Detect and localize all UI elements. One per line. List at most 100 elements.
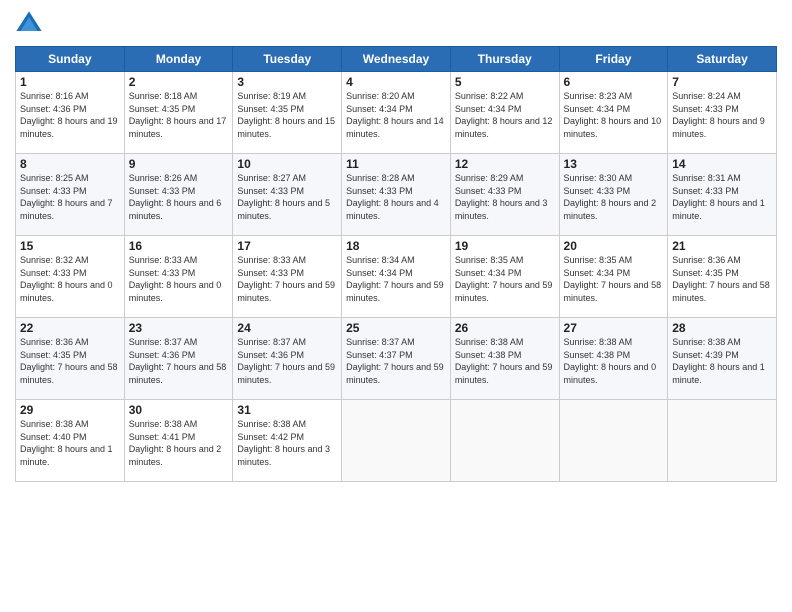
sunrise-value: 8:36 AM <box>56 337 89 347</box>
day-info: Sunrise: 8:19 AM Sunset: 4:35 PM Dayligh… <box>237 90 337 140</box>
calendar-cell: 12 Sunrise: 8:29 AM Sunset: 4:33 PM Dayl… <box>450 154 559 236</box>
calendar-week-row: 8 Sunrise: 8:25 AM Sunset: 4:33 PM Dayli… <box>16 154 777 236</box>
sunset-value: 4:33 PM <box>270 186 304 196</box>
calendar-cell: 20 Sunrise: 8:35 AM Sunset: 4:34 PM Dayl… <box>559 236 668 318</box>
day-number: 22 <box>20 321 120 335</box>
daylight-label: Daylight: 7 hours and 58 minutes. <box>672 280 770 303</box>
sunrise-value: 8:24 AM <box>708 91 741 101</box>
sunrise-value: 8:36 AM <box>708 255 741 265</box>
sunset-label: Sunset: <box>20 104 53 114</box>
weekday-header: Saturday <box>668 47 777 72</box>
day-info: Sunrise: 8:37 AM Sunset: 4:37 PM Dayligh… <box>346 336 446 386</box>
sunrise-value: 8:35 AM <box>599 255 632 265</box>
sunset-value: 4:33 PM <box>270 268 304 278</box>
day-number: 26 <box>455 321 555 335</box>
sunrise-label: Sunrise: <box>20 255 56 265</box>
daylight-label: Daylight: 8 hours and 5 minutes. <box>237 198 330 221</box>
calendar-cell: 29 Sunrise: 8:38 AM Sunset: 4:40 PM Dayl… <box>16 400 125 482</box>
sunset-value: 4:34 PM <box>488 104 522 114</box>
calendar-cell <box>450 400 559 482</box>
daylight-label: Daylight: 8 hours and 6 minutes. <box>129 198 222 221</box>
calendar-cell: 13 Sunrise: 8:30 AM Sunset: 4:33 PM Dayl… <box>559 154 668 236</box>
day-number: 1 <box>20 75 120 89</box>
sunset-value: 4:36 PM <box>270 350 304 360</box>
sunrise-label: Sunrise: <box>346 337 382 347</box>
sunset-label: Sunset: <box>564 268 597 278</box>
calendar-cell: 2 Sunrise: 8:18 AM Sunset: 4:35 PM Dayli… <box>124 72 233 154</box>
sunset-value: 4:35 PM <box>270 104 304 114</box>
sunrise-value: 8:30 AM <box>599 173 632 183</box>
day-info: Sunrise: 8:29 AM Sunset: 4:33 PM Dayligh… <box>455 172 555 222</box>
sunset-label: Sunset: <box>564 186 597 196</box>
day-number: 11 <box>346 157 446 171</box>
sunset-label: Sunset: <box>129 186 162 196</box>
sunset-value: 4:36 PM <box>162 350 196 360</box>
logo <box>15 10 47 38</box>
calendar-cell: 19 Sunrise: 8:35 AM Sunset: 4:34 PM Dayl… <box>450 236 559 318</box>
calendar-cell: 27 Sunrise: 8:38 AM Sunset: 4:38 PM Dayl… <box>559 318 668 400</box>
sunrise-label: Sunrise: <box>455 255 491 265</box>
sunset-value: 4:38 PM <box>597 350 631 360</box>
day-number: 13 <box>564 157 664 171</box>
sunrise-label: Sunrise: <box>455 173 491 183</box>
sunset-label: Sunset: <box>20 350 53 360</box>
sunrise-label: Sunrise: <box>672 255 708 265</box>
day-info: Sunrise: 8:38 AM Sunset: 4:38 PM Dayligh… <box>455 336 555 386</box>
calendar-cell: 16 Sunrise: 8:33 AM Sunset: 4:33 PM Dayl… <box>124 236 233 318</box>
sunrise-label: Sunrise: <box>237 173 273 183</box>
sunset-label: Sunset: <box>20 432 53 442</box>
sunset-value: 4:33 PM <box>53 268 87 278</box>
sunset-value: 4:33 PM <box>379 186 413 196</box>
day-number: 10 <box>237 157 337 171</box>
sunset-label: Sunset: <box>346 186 379 196</box>
sunrise-value: 8:23 AM <box>599 91 632 101</box>
sunrise-label: Sunrise: <box>237 337 273 347</box>
sunrise-value: 8:37 AM <box>164 337 197 347</box>
sunrise-label: Sunrise: <box>129 255 165 265</box>
sunset-label: Sunset: <box>672 350 705 360</box>
logo-icon <box>15 10 43 38</box>
calendar-week-row: 15 Sunrise: 8:32 AM Sunset: 4:33 PM Dayl… <box>16 236 777 318</box>
calendar-cell: 1 Sunrise: 8:16 AM Sunset: 4:36 PM Dayli… <box>16 72 125 154</box>
sunrise-label: Sunrise: <box>129 91 165 101</box>
day-info: Sunrise: 8:35 AM Sunset: 4:34 PM Dayligh… <box>455 254 555 304</box>
calendar-cell <box>342 400 451 482</box>
day-info: Sunrise: 8:38 AM Sunset: 4:39 PM Dayligh… <box>672 336 772 386</box>
sunset-value: 4:35 PM <box>705 268 739 278</box>
day-number: 8 <box>20 157 120 171</box>
sunrise-label: Sunrise: <box>346 91 382 101</box>
calendar-cell: 21 Sunrise: 8:36 AM Sunset: 4:35 PM Dayl… <box>668 236 777 318</box>
daylight-label: Daylight: 8 hours and 19 minutes. <box>20 116 118 139</box>
sunrise-value: 8:29 AM <box>490 173 523 183</box>
sunset-label: Sunset: <box>346 268 379 278</box>
sunrise-value: 8:37 AM <box>273 337 306 347</box>
calendar-cell: 28 Sunrise: 8:38 AM Sunset: 4:39 PM Dayl… <box>668 318 777 400</box>
sunrise-label: Sunrise: <box>672 337 708 347</box>
day-number: 2 <box>129 75 229 89</box>
sunrise-label: Sunrise: <box>237 255 273 265</box>
sunrise-label: Sunrise: <box>672 173 708 183</box>
sunset-label: Sunset: <box>455 186 488 196</box>
daylight-label: Daylight: 7 hours and 58 minutes. <box>129 362 227 385</box>
sunset-value: 4:35 PM <box>162 104 196 114</box>
sunset-label: Sunset: <box>237 104 270 114</box>
day-number: 30 <box>129 403 229 417</box>
calendar-cell: 23 Sunrise: 8:37 AM Sunset: 4:36 PM Dayl… <box>124 318 233 400</box>
day-number: 21 <box>672 239 772 253</box>
daylight-label: Daylight: 8 hours and 1 minute. <box>672 362 765 385</box>
sunset-label: Sunset: <box>346 104 379 114</box>
sunrise-value: 8:19 AM <box>273 91 306 101</box>
sunset-value: 4:40 PM <box>53 432 87 442</box>
sunset-label: Sunset: <box>672 268 705 278</box>
day-number: 4 <box>346 75 446 89</box>
sunset-value: 4:34 PM <box>488 268 522 278</box>
day-number: 29 <box>20 403 120 417</box>
sunset-value: 4:39 PM <box>705 350 739 360</box>
calendar-cell: 4 Sunrise: 8:20 AM Sunset: 4:34 PM Dayli… <box>342 72 451 154</box>
day-number: 31 <box>237 403 337 417</box>
day-info: Sunrise: 8:35 AM Sunset: 4:34 PM Dayligh… <box>564 254 664 304</box>
calendar-cell: 9 Sunrise: 8:26 AM Sunset: 4:33 PM Dayli… <box>124 154 233 236</box>
sunset-label: Sunset: <box>455 350 488 360</box>
daylight-label: Daylight: 8 hours and 2 minutes. <box>129 444 222 467</box>
sunset-value: 4:37 PM <box>379 350 413 360</box>
